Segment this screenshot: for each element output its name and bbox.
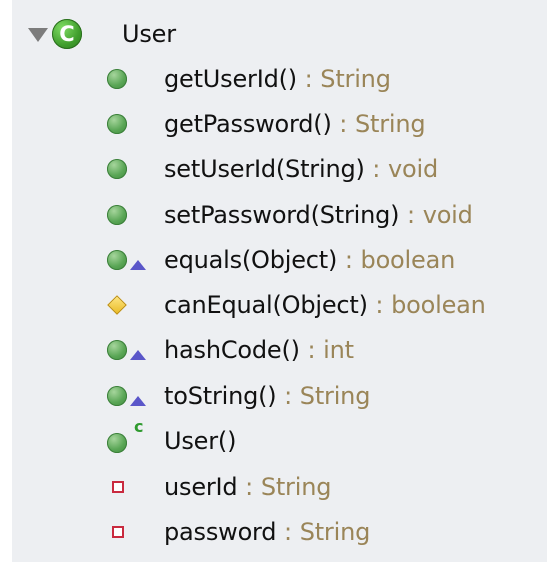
member-name: userId [164, 473, 238, 501]
class-icon: C [52, 19, 82, 49]
constructor-marker: c [134, 417, 144, 436]
member-name: getPassword() [164, 110, 332, 138]
member-row[interactable]: getPassword() : String [12, 102, 547, 146]
member-type: String [320, 65, 391, 93]
member-type: void [422, 201, 473, 229]
class-node-user[interactable]: C User [12, 12, 547, 56]
public-method-icon [107, 386, 127, 406]
type-separator: : [276, 382, 300, 410]
member-row[interactable]: equals(Object) : boolean [12, 238, 547, 282]
type-separator: : [296, 65, 321, 93]
member-type: boolean [360, 246, 456, 274]
member-row[interactable]: password : String [12, 510, 547, 554]
public-method-icon [107, 114, 127, 134]
type-separator: : [276, 518, 300, 546]
member-row[interactable]: getUserId() : String [12, 57, 547, 101]
class-name-label: User [122, 20, 176, 48]
public-method-icon [107, 250, 127, 270]
member-row[interactable]: canEqual(Object) : boolean [12, 283, 547, 327]
disclosure-triangle-icon[interactable] [28, 28, 48, 42]
member-type: String [299, 382, 371, 410]
member-name: getUserId() [164, 65, 297, 93]
member-name: hashCode() [164, 336, 300, 364]
member-row[interactable]: setUserId(String) : void [12, 147, 547, 191]
member-name: setPassword(String) [164, 201, 400, 229]
member-row[interactable]: c User() [12, 417, 547, 463]
member-row[interactable]: setPassword(String) : void [12, 193, 547, 237]
public-method-icon [107, 340, 127, 360]
member-type: void [388, 155, 438, 183]
type-separator: : [237, 473, 261, 501]
type-separator: : [337, 246, 361, 274]
member-name: setUserId(String) [164, 155, 365, 183]
member-name: User() [164, 427, 237, 455]
public-method-icon [107, 205, 127, 225]
member-type: String [299, 518, 371, 546]
private-field-icon [112, 526, 124, 538]
type-separator: : [364, 155, 388, 183]
type-separator: : [399, 201, 423, 229]
constructor-icon [107, 433, 127, 453]
member-name: password [164, 518, 277, 546]
member-name: toString() [164, 382, 277, 410]
member-name: equals(Object) [164, 246, 338, 274]
member-type: int [323, 336, 354, 364]
private-field-icon [112, 481, 124, 493]
member-row[interactable]: hashCode() : int [12, 328, 547, 372]
type-separator: : [331, 110, 355, 138]
outline-panel: C User getUserId() : String getPassword(… [12, 0, 547, 562]
override-triangle-icon [130, 350, 146, 360]
type-separator: : [299, 336, 324, 364]
override-triangle-icon [130, 396, 146, 406]
member-row[interactable]: toString() : String [12, 374, 547, 418]
member-type: boolean [391, 291, 486, 319]
member-row[interactable]: userId : String [12, 465, 547, 509]
public-method-icon [107, 69, 127, 89]
type-separator: : [367, 291, 392, 319]
public-method-icon [107, 159, 127, 179]
member-type: String [260, 473, 332, 501]
member-type: String [354, 110, 426, 138]
member-name: canEqual(Object) [164, 291, 368, 319]
override-triangle-icon [130, 260, 146, 270]
protected-method-icon [107, 295, 127, 315]
